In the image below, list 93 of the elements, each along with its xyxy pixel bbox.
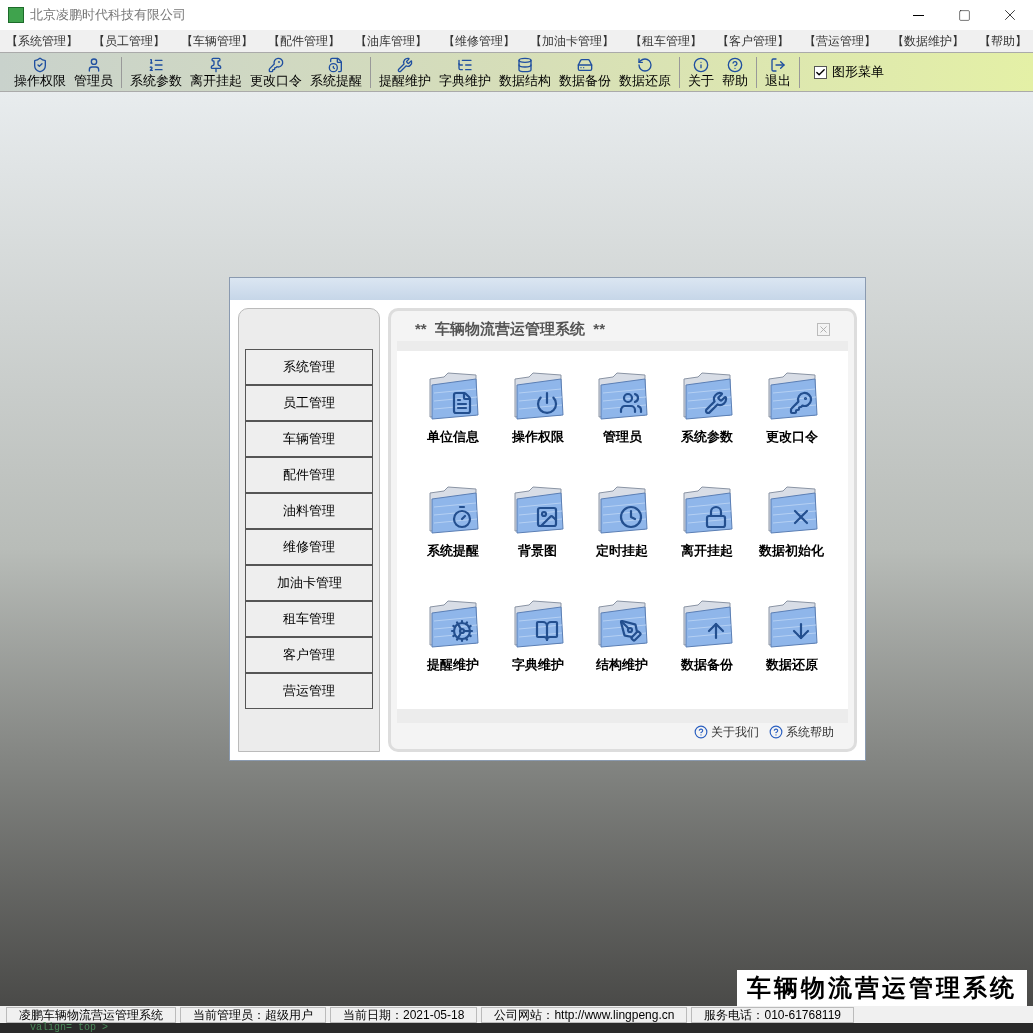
folder-emblem-icon [534, 391, 559, 415]
toolbar-icon [148, 56, 164, 73]
status-cell: 凌鹏车辆物流营运管理系统 [6, 1006, 176, 1023]
maximize-icon [957, 8, 971, 22]
graphic-menu-checkbox[interactable] [814, 65, 827, 79]
sidebar-item[interactable]: 加油卡管理 [245, 565, 373, 601]
toolbar-icon [32, 56, 48, 73]
toolbar-icon [727, 56, 743, 73]
toolbar-icon [397, 56, 413, 73]
toolbar-icon [637, 56, 653, 73]
checkbox-label: 图形菜单 [832, 63, 884, 82]
toolbar-button[interactable]: 提醒维护 [375, 56, 435, 88]
toolbar-icon [770, 56, 786, 73]
toolbar-button[interactable]: 数据还原 [615, 56, 675, 88]
close-icon[interactable] [817, 322, 830, 336]
folder-emblem-icon [450, 619, 475, 643]
sidebar-item[interactable]: 车辆管理 [245, 421, 373, 457]
window-title: 北京凌鹏时代科技有限公司 [30, 6, 186, 25]
menu-item[interactable]: 【租车管理】 [629, 32, 702, 50]
sidebar-item[interactable]: 租车管理 [245, 601, 373, 637]
sidebar-item[interactable]: 客户管理 [245, 637, 373, 673]
sidebar-item[interactable]: 员工管理 [245, 385, 373, 421]
folder-emblem-icon [704, 505, 729, 529]
menu-item[interactable]: 【营运管理】 [804, 32, 877, 50]
toolbar-icon [328, 56, 344, 73]
status-cell: 当前日期：2021-05-18 [330, 1006, 478, 1023]
menu-item[interactable]: 【油库管理】 [355, 32, 428, 50]
tile-button[interactable]: 数据备份 [664, 597, 750, 697]
status-cell: 公司网站：http://www.lingpeng.cn [481, 1006, 688, 1023]
tile-button[interactable]: 更改口令 [749, 369, 834, 469]
toolbar-button[interactable]: 帮助 [718, 56, 752, 88]
banner: 车辆物流营运管理系统 [737, 970, 1027, 1006]
toolbar-button[interactable]: 字典维护 [435, 56, 495, 88]
folder-emblem-icon [619, 505, 644, 529]
toolbar-button[interactable]: 数据结构 [495, 56, 555, 88]
toolbar-button[interactable]: 管理员 [70, 56, 117, 88]
sidebar-item[interactable]: 油料管理 [245, 493, 373, 529]
tile-button[interactable]: 离开挂起 [664, 483, 750, 583]
tile-button[interactable]: 数据还原 [749, 597, 834, 697]
tile-button[interactable]: 背景图 [495, 483, 581, 583]
status-cell: 服务电话：010-61768119 [691, 1006, 854, 1023]
tile-button[interactable]: 定时挂起 [580, 483, 665, 583]
folder-emblem-icon [534, 619, 559, 643]
menu-item[interactable]: 【客户管理】 [716, 32, 789, 50]
folder-emblem-icon [619, 391, 644, 415]
menu-item[interactable]: 【数据维护】 [891, 32, 964, 50]
footer-link[interactable]: 关于我们 [694, 723, 759, 741]
sidebar-item[interactable]: 营运管理 [245, 673, 373, 709]
menu-item[interactable]: 【维修管理】 [442, 32, 515, 50]
tile-button[interactable]: 系统提醒 [411, 483, 496, 583]
check-icon [815, 66, 826, 78]
folder-emblem-icon [619, 619, 644, 643]
tile-button[interactable]: 结构维护 [580, 597, 665, 697]
toolbar-button[interactable]: 操作权限 [10, 56, 70, 88]
menu-item[interactable]: 【配件管理】 [268, 32, 341, 50]
folder-emblem-icon [788, 391, 813, 415]
menu-item[interactable]: 【员工管理】 [93, 32, 166, 50]
tile-button[interactable]: 管理员 [580, 369, 665, 469]
tile-button[interactable]: 系统参数 [664, 369, 750, 469]
folder-emblem-icon [704, 391, 729, 415]
sidebar-item[interactable]: 配件管理 [245, 457, 373, 493]
stray-text: valign= top > [30, 1023, 109, 1033]
toolbar-icon [208, 56, 224, 73]
menu-item[interactable]: 【加油卡管理】 [530, 32, 615, 50]
toolbar-icon [577, 56, 593, 73]
sidebar-item[interactable]: 系统管理 [245, 349, 373, 385]
toolbar-button[interactable]: 关于 [684, 56, 718, 88]
toolbar-button[interactable]: 数据备份 [555, 56, 615, 88]
tile-button[interactable]: 操作权限 [495, 369, 581, 469]
folder-emblem-icon [534, 505, 559, 529]
toolbar-icon [693, 56, 709, 73]
toolbar-button[interactable]: 系统提醒 [306, 56, 366, 88]
tile-button[interactable]: 字典维护 [495, 597, 581, 697]
toolbar-button[interactable]: 系统参数 [126, 56, 186, 88]
footer-link[interactable]: 系统帮助 [769, 723, 834, 741]
status-cell: 当前管理员：超级用户 [180, 1006, 326, 1023]
toolbar-icon [268, 56, 284, 73]
tile-button[interactable]: 单位信息 [411, 369, 496, 469]
toolbar-icon [517, 56, 533, 73]
minimize-icon [912, 14, 924, 16]
help-icon [694, 725, 708, 739]
toolbar-button[interactable]: 离开挂起 [186, 56, 246, 88]
menu-item[interactable]: 【车辆管理】 [180, 32, 253, 50]
panel-title: ** 车辆物流营运管理系统 ** [415, 318, 606, 339]
toolbar-button[interactable]: 退出 [761, 56, 795, 88]
sidebar-item[interactable]: 维修管理 [245, 529, 373, 565]
toolbar-button[interactable]: 更改口令 [246, 56, 306, 88]
tile-button[interactable]: 提醒维护 [411, 597, 496, 697]
tile-button[interactable]: 数据初始化 [749, 483, 834, 583]
app-logo-icon [8, 7, 24, 23]
menu-item[interactable]: 【系统管理】 [6, 32, 78, 50]
help-icon [769, 725, 783, 739]
menu-item[interactable]: 【帮助】 [978, 32, 1027, 50]
